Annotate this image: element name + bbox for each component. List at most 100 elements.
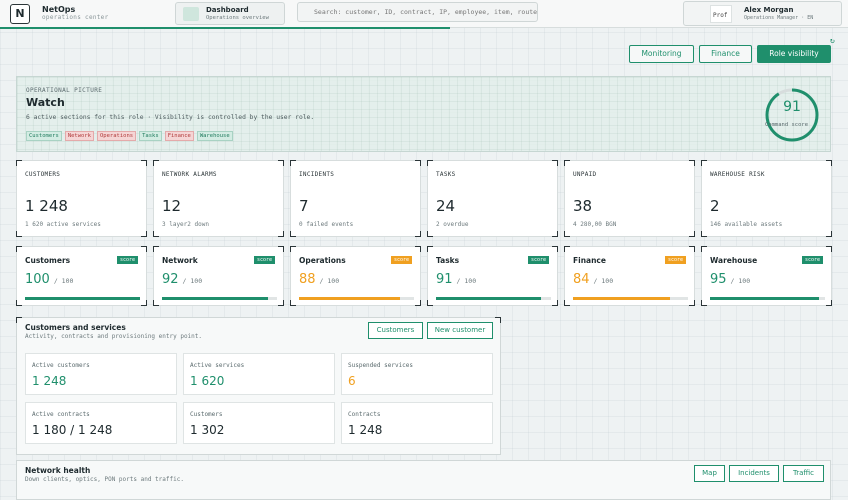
corner (141, 160, 147, 166)
kpi-subtext: 3 layer2 down (162, 221, 209, 228)
corner (427, 231, 433, 237)
avatar: Prof (710, 5, 732, 23)
corner (689, 160, 695, 166)
finance-button[interactable]: Finance (699, 45, 752, 63)
score-track (436, 297, 551, 300)
score-value: 92/ 100 (162, 272, 202, 287)
corner (552, 300, 558, 306)
corner (826, 246, 832, 252)
stat-box: Suspended services 6 (341, 353, 493, 395)
score-max: / 100 (53, 277, 74, 285)
dashboard-button[interactable]: Dashboard Operations overview (175, 2, 285, 25)
score-value: 88/ 100 (299, 272, 339, 287)
stat-value: 1 302 (190, 423, 225, 437)
section-chip[interactable]: Finance (164, 131, 194, 141)
kpi-card[interactable]: CUSTOMERS 1 248 1 620 active services (16, 160, 147, 237)
incidents-button[interactable]: Incidents (729, 465, 779, 482)
score-max: / 100 (593, 277, 614, 285)
kpi-card[interactable]: WAREHOUSE RISK 2 146 available assets (701, 160, 832, 237)
kpi-value: 1 248 (25, 197, 68, 215)
dashboard-title: Dashboard (206, 6, 249, 14)
score-track (299, 297, 414, 300)
new-customer-button[interactable]: New customer (427, 322, 493, 339)
stat-value: 6 (348, 374, 356, 388)
brand: NetOps operations center (42, 5, 109, 21)
traffic-button[interactable]: Traffic (783, 465, 824, 482)
score-card[interactable]: Warehouse score 95/ 100 (701, 246, 832, 306)
role-visibility-button[interactable]: Role visibility (757, 45, 831, 63)
score-number: 88 (299, 272, 316, 287)
score-badge: score (116, 256, 138, 264)
corner (701, 246, 707, 252)
section-chips: Customers Network Operations Tasks Finance Wa… (26, 131, 233, 141)
score-card[interactable]: Operations score 88/ 100 (290, 246, 421, 306)
score-track (710, 297, 825, 300)
kpi-card[interactable]: INCIDENTS 7 0 failed events (290, 160, 421, 237)
section-chip[interactable]: Operations (97, 131, 137, 141)
kpi-value: 12 (162, 197, 182, 215)
stat-label: Contracts (348, 411, 381, 418)
score-track (25, 297, 140, 300)
score-number: 100 (25, 272, 50, 287)
corner (564, 231, 570, 237)
corner (415, 246, 421, 252)
stat-label: Active contracts (32, 411, 90, 418)
section-chip[interactable]: Warehouse (196, 131, 233, 141)
kpi-label: TASKS (436, 171, 456, 178)
score-card[interactable]: Finance score 84/ 100 (564, 246, 695, 306)
score-max: / 100 (730, 277, 751, 285)
stat-label: Customers (190, 411, 223, 418)
kpi-subtext: 2 overdue (436, 221, 469, 228)
corner (415, 300, 421, 306)
score-number: 95 (710, 272, 727, 287)
kpi-card[interactable]: NETWORK ALARMS 12 3 layer2 down (153, 160, 284, 237)
user-name: Alex Morgan (744, 6, 794, 14)
score-badge: score (801, 256, 823, 264)
score-label: Tasks (436, 256, 460, 265)
section-chip[interactable]: Customers (26, 131, 62, 141)
stat-label: Suspended services (348, 362, 414, 369)
corner (16, 300, 22, 306)
corner (290, 160, 296, 166)
corner (427, 300, 433, 306)
search-input[interactable] (297, 2, 538, 22)
corner (826, 160, 832, 166)
brand-subtitle: operations center (42, 14, 109, 21)
corner (153, 231, 159, 237)
corner (153, 246, 159, 252)
section-chip[interactable]: Tasks (139, 131, 162, 141)
kpi-card[interactable]: TASKS 24 2 overdue (427, 160, 558, 237)
stat-label: Active services (190, 362, 245, 369)
map-button[interactable]: Map (694, 465, 725, 482)
refresh-icon[interactable]: ↻ (830, 36, 835, 45)
monitoring-button[interactable]: Monitoring (629, 45, 694, 63)
stat-value: 1 248 (32, 374, 67, 388)
score-card[interactable]: Tasks score 91/ 100 (427, 246, 558, 306)
command-score-gauge (765, 88, 819, 142)
corner (826, 300, 832, 306)
score-badge: score (253, 256, 275, 264)
score-fill (299, 297, 401, 300)
score-max: / 100 (456, 277, 477, 285)
kpi-subtext: 1 620 active services (25, 221, 101, 228)
corner (564, 300, 570, 306)
kpi-card[interactable]: UNPAID 38 4 280,00 BGN (564, 160, 695, 237)
logo[interactable]: N (10, 4, 30, 24)
score-card[interactable]: Network score 92/ 100 (153, 246, 284, 306)
user-menu[interactable]: Prof Alex Morgan Operations Manager · EN (683, 1, 842, 26)
kpi-label: NETWORK ALARMS (162, 171, 217, 178)
corner (689, 246, 695, 252)
corner (701, 160, 707, 166)
panel-title: Customers and services (25, 323, 126, 332)
brand-name: NetOps (42, 5, 76, 14)
stat-value: 1 620 (190, 374, 225, 388)
network-health-panel: Network health Down clients, optics, PON… (16, 460, 831, 500)
score-value: 91/ 100 (436, 272, 476, 287)
customers-button[interactable]: Customers (368, 322, 423, 339)
section-chip[interactable]: Network (64, 131, 94, 141)
score-value: 100/ 100 (25, 272, 73, 287)
score-card[interactable]: Customers score 100/ 100 (16, 246, 147, 306)
corner (552, 231, 558, 237)
corner (427, 160, 433, 166)
score-label: Finance (573, 256, 606, 265)
